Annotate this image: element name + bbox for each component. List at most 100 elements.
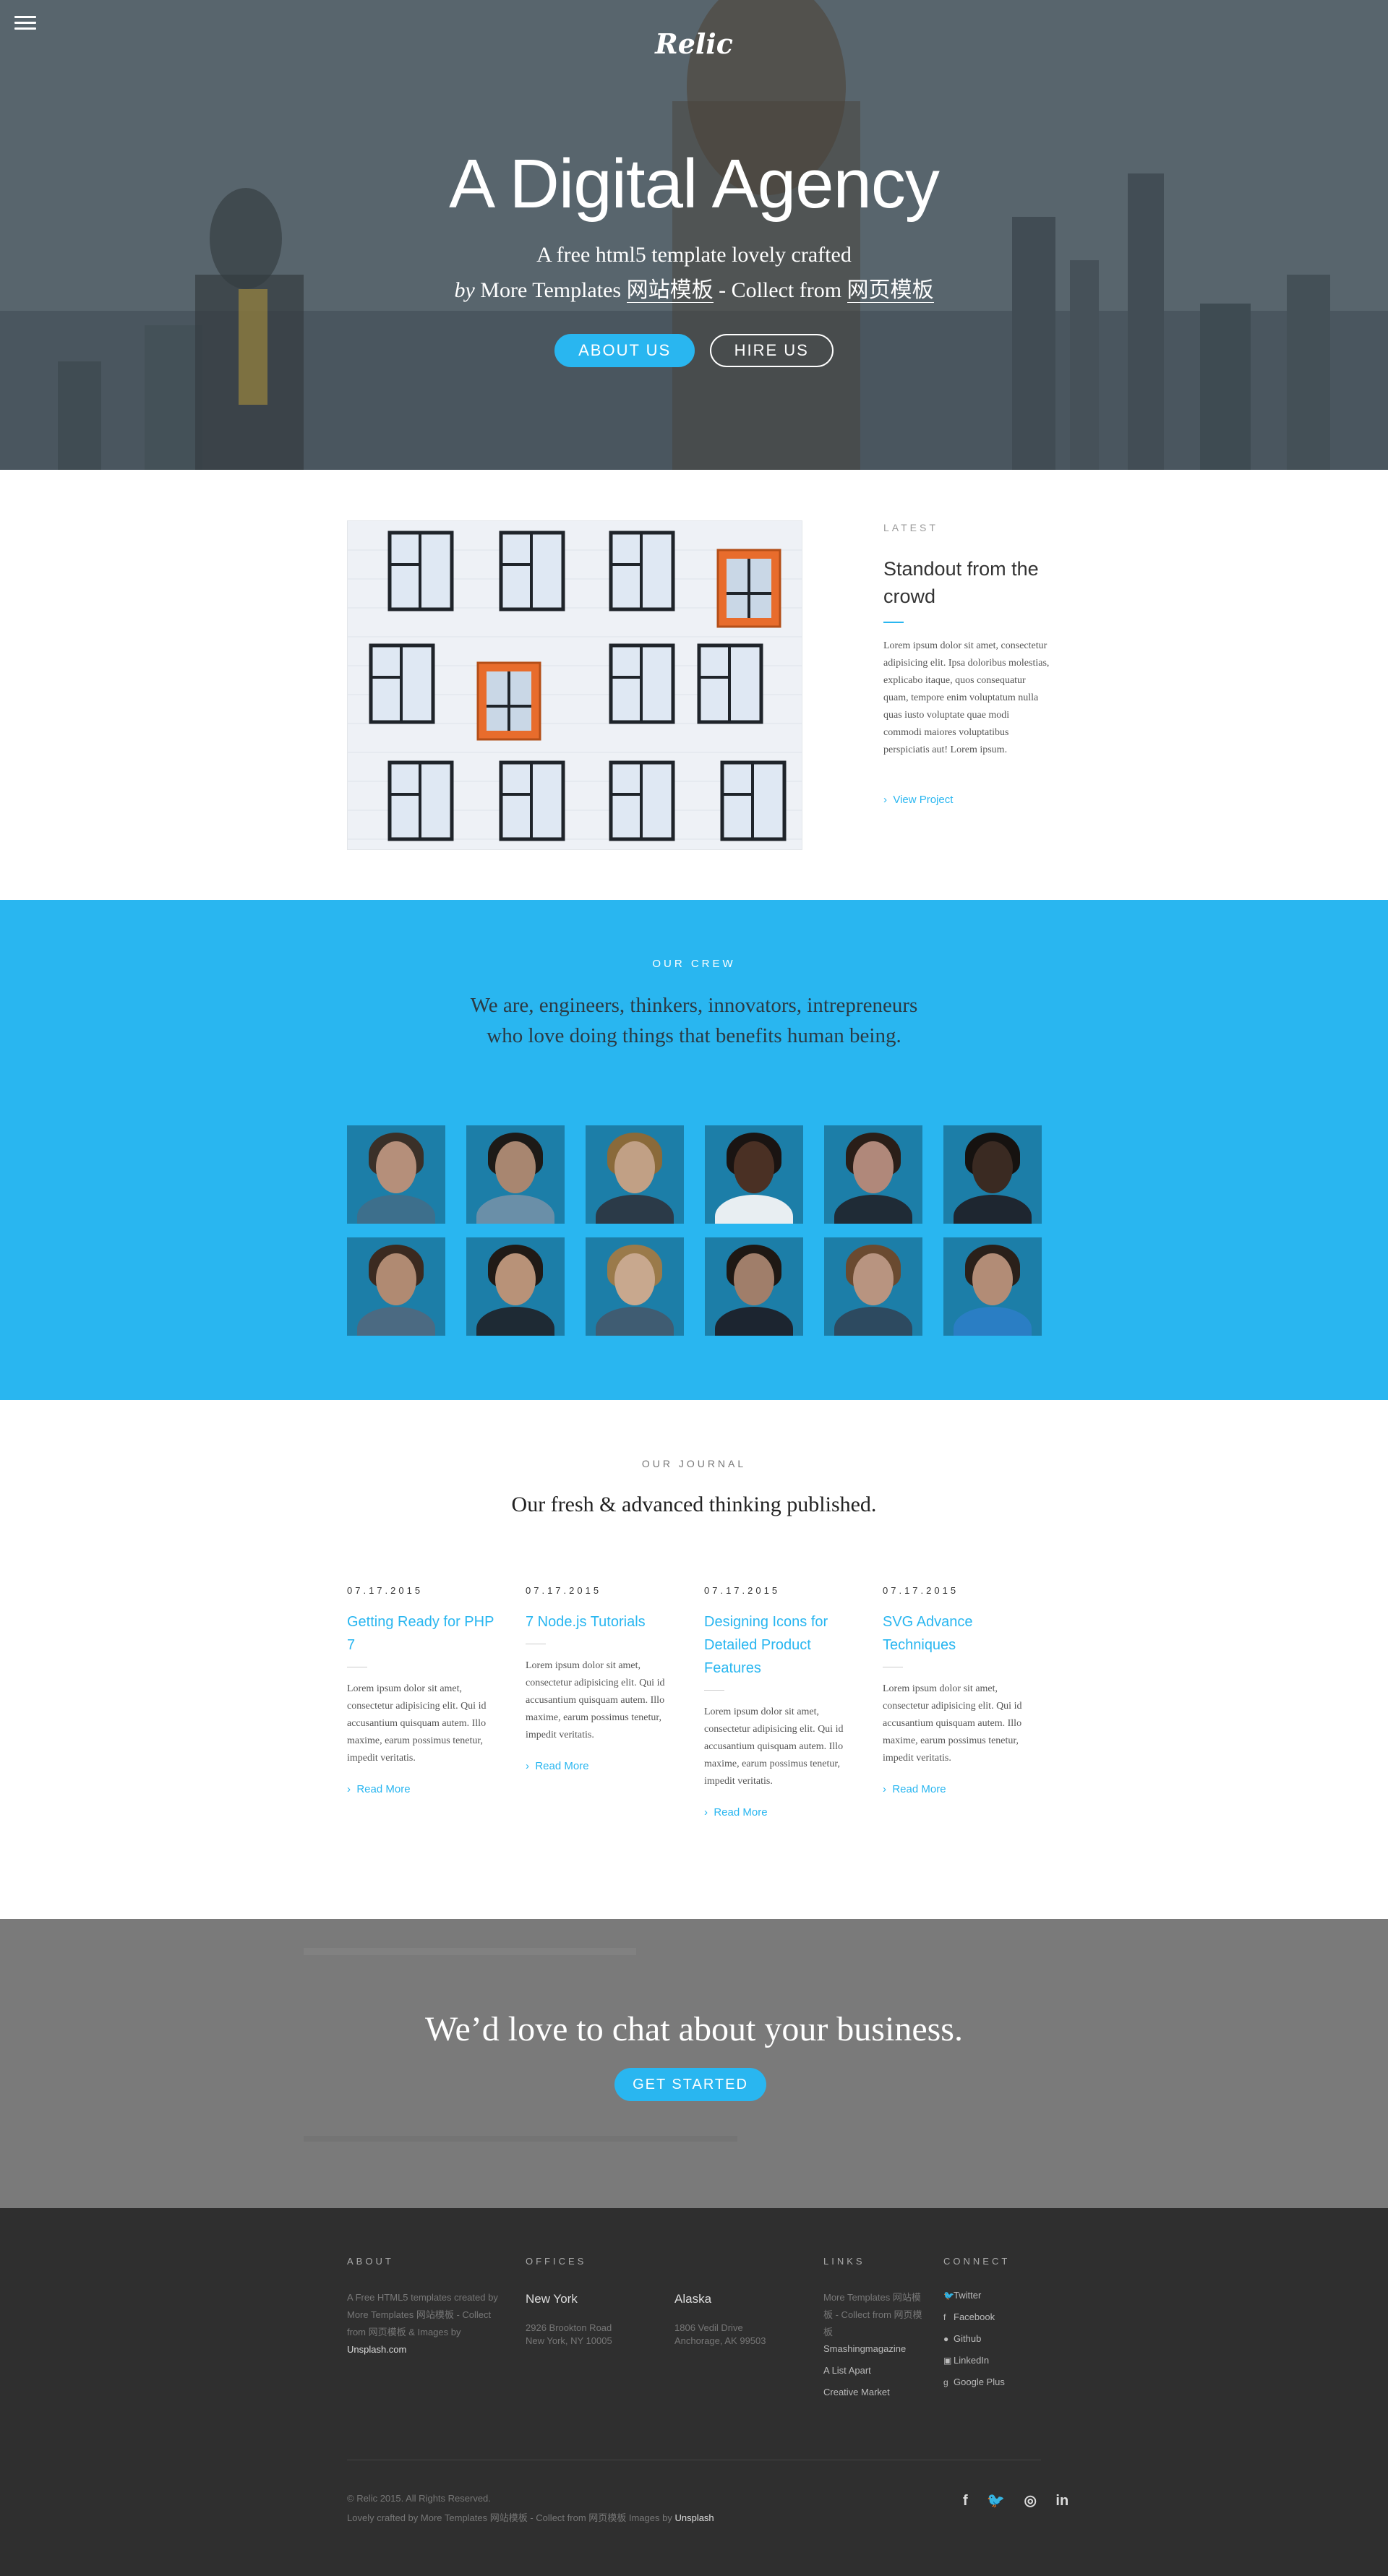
journal-title: Our fresh & advanced thinking published.: [511, 1493, 877, 1516]
office-city: Alaska: [674, 2292, 712, 2306]
hero-credit-text: More Templates: [474, 278, 627, 302]
chevron-right-icon: ›: [704, 1806, 714, 1819]
project-image[interactable]: [347, 520, 802, 850]
social-link-label: Facebook: [954, 2311, 995, 2322]
team-member-photo[interactable]: [466, 1125, 565, 1224]
logo[interactable]: Relic: [0, 27, 1388, 60]
team-member-photo[interactable]: [586, 1237, 684, 1336]
team-member-photo[interactable]: [705, 1237, 803, 1336]
twitter-icon: 🐦: [943, 2291, 954, 2301]
latest-divider: [883, 622, 904, 623]
hire-us-button[interactable]: HIRE US: [709, 334, 834, 367]
crew-label: OUR CREW: [652, 958, 736, 970]
journal-label: OUR JOURNAL: [641, 1458, 747, 1469]
post-date: 07.17.2015: [347, 1585, 424, 1596]
crew-text-line-1: We are, engineers, thinkers, innovators,…: [470, 994, 918, 1017]
team-member-photo[interactable]: [943, 1125, 1042, 1224]
cta-text: We’d love to chat about your business.: [425, 2010, 963, 2048]
footer-about-heading: ABOUT: [347, 2256, 394, 2267]
social-link-facebook[interactable]: f Facebook: [943, 2306, 1005, 2328]
journal-post: 07.17.2015 Designing Icons for Detailed …: [704, 1585, 859, 1819]
post-date: 07.17.2015: [883, 1585, 959, 1596]
get-started-button[interactable]: GET STARTED: [614, 2068, 766, 2101]
office-address: 2926 Brookton Road New York, NY 10005: [526, 2319, 612, 2350]
hero-subtitle: A free html5 template lovely crafted: [536, 243, 852, 267]
post-excerpt: Lorem ipsum dolor sit amet, consectetur …: [883, 1683, 1022, 1764]
chevron-right-icon: ›: [526, 1760, 536, 1772]
office-city: New York: [526, 2292, 578, 2306]
journal-post: 07.17.2015 Getting Ready for PHP 7 Lorem…: [347, 1585, 502, 1795]
team-member-photo[interactable]: [824, 1237, 922, 1336]
footer-link[interactable]: Creative Market: [823, 2382, 906, 2403]
hero-credit-text-2: - Collect from: [713, 278, 847, 302]
chevron-right-icon: ›: [883, 794, 894, 806]
unsplash-credit-link[interactable]: Unsplash: [674, 2512, 714, 2523]
post-excerpt: Lorem ipsum dolor sit amet, consectetur …: [347, 1683, 487, 1764]
footer-offices-heading: OFFICES: [526, 2256, 587, 2267]
footer-link[interactable]: Smashingmagazine: [823, 2338, 906, 2360]
hero-buttons: ABOUT US HIRE US: [0, 334, 1388, 367]
read-more-link[interactable]: › Read More: [347, 1783, 502, 1795]
read-more-link[interactable]: › Read More: [704, 1806, 859, 1819]
social-link-label: Google Plus: [954, 2377, 1005, 2387]
hero-credit: by More Templates 网站模板 - Collect from 网页…: [0, 272, 1388, 304]
team-member-photo[interactable]: [943, 1237, 1042, 1336]
team-member-photo[interactable]: [347, 1237, 445, 1336]
view-project-label: View Project: [893, 794, 954, 806]
hero-credit-by: by: [454, 278, 475, 302]
instagram-icon[interactable]: ◎: [1024, 2491, 1036, 2510]
read-more-label: Read More: [535, 1760, 589, 1772]
post-title-link[interactable]: Getting Ready for PHP 7: [347, 1610, 502, 1657]
view-project-link[interactable]: › View Project: [883, 794, 953, 806]
social-link-github[interactable]: ● Github: [943, 2328, 1005, 2350]
team-member-photo[interactable]: [347, 1125, 445, 1224]
footer-links-heading: LINKS: [823, 2256, 865, 2267]
footer-credit: Lovely crafted by More Templates 网站模板 - …: [347, 2510, 714, 2524]
office-address: 1806 Vedil Drive Anchorage, AK 99503: [674, 2319, 766, 2350]
team-member-photo[interactable]: [586, 1125, 684, 1224]
hero-credit-link-2[interactable]: 网页模板: [847, 278, 934, 303]
cta-section: We’d love to chat about your business. G…: [0, 1919, 1388, 2208]
post-divider: [704, 1690, 724, 1691]
hero-title: A Digital Agency: [449, 145, 940, 223]
office-address-line: New York, NY 10005: [526, 2335, 612, 2346]
team-member-photo[interactable]: [705, 1125, 803, 1224]
crew-section: OUR CREW We are, engineers, thinkers, in…: [0, 900, 1388, 1400]
post-title-link[interactable]: 7 Node.js Tutorials: [526, 1610, 680, 1633]
twitter-icon[interactable]: 🐦: [987, 2491, 1005, 2510]
github-icon: ●: [943, 2334, 949, 2344]
latest-body: Lorem ipsum dolor sit amet, consectetur …: [883, 640, 1050, 755]
facebook-icon[interactable]: f: [963, 2493, 968, 2510]
building-facade-image: [348, 521, 802, 849]
post-title-link[interactable]: Designing Icons for Detailed Product Fea…: [704, 1610, 859, 1680]
hero-background-image: [0, 0, 1388, 470]
footer-link[interactable]: A List Apart: [823, 2360, 906, 2382]
team-member-photo[interactable]: [466, 1237, 565, 1336]
copyright-text: © Relic 2015. All Rights Reserved.: [347, 2493, 491, 2504]
office-address-line: Anchorage, AK 99503: [674, 2335, 766, 2346]
hero-credit-link-1[interactable]: 网站模板: [626, 278, 714, 303]
read-more-label: Read More: [714, 1806, 768, 1819]
social-link-label: LinkedIn: [954, 2355, 990, 2366]
footer-credit-text: Lovely crafted by More Templates 网站模板 - …: [347, 2512, 672, 2523]
footer-social-icons: f 🐦 ◎ in: [947, 2491, 1068, 2510]
social-link-google-plus[interactable]: g Google Plus: [943, 2371, 1005, 2393]
linkedin-icon[interactable]: in: [1055, 2493, 1068, 2510]
unsplash-link[interactable]: Unsplash.com: [347, 2344, 406, 2355]
read-more-label: Read More: [892, 1783, 946, 1795]
social-link-twitter[interactable]: 🐦Twitter: [943, 2285, 1005, 2306]
latest-section: LATEST Standout from the crowd Lorem ips…: [0, 470, 1388, 900]
footer-about-copy: A Free HTML5 templates created by More T…: [347, 2292, 498, 2337]
footer-about-text: A Free HTML5 templates created by More T…: [347, 2289, 499, 2358]
post-title-link[interactable]: SVG Advance Techniques: [883, 1610, 1037, 1657]
journal-section: OUR JOURNAL Our fresh & advanced thinkin…: [0, 1400, 1388, 1919]
read-more-link[interactable]: › Read More: [883, 1783, 1037, 1795]
footer-links-credit: More Templates 网站模板 - Collect from 网页模板: [823, 2292, 922, 2337]
post-excerpt: Lorem ipsum dolor sit amet, consectetur …: [526, 1660, 665, 1740]
social-link-linkedin[interactable]: ▣ LinkedIn: [943, 2350, 1005, 2371]
about-us-button[interactable]: ABOUT US: [554, 334, 695, 367]
read-more-link[interactable]: › Read More: [526, 1760, 680, 1772]
social-link-label: Twitter: [954, 2290, 982, 2301]
footer-connect-heading: CONNECT: [943, 2256, 1011, 2267]
team-member-photo[interactable]: [824, 1125, 922, 1224]
